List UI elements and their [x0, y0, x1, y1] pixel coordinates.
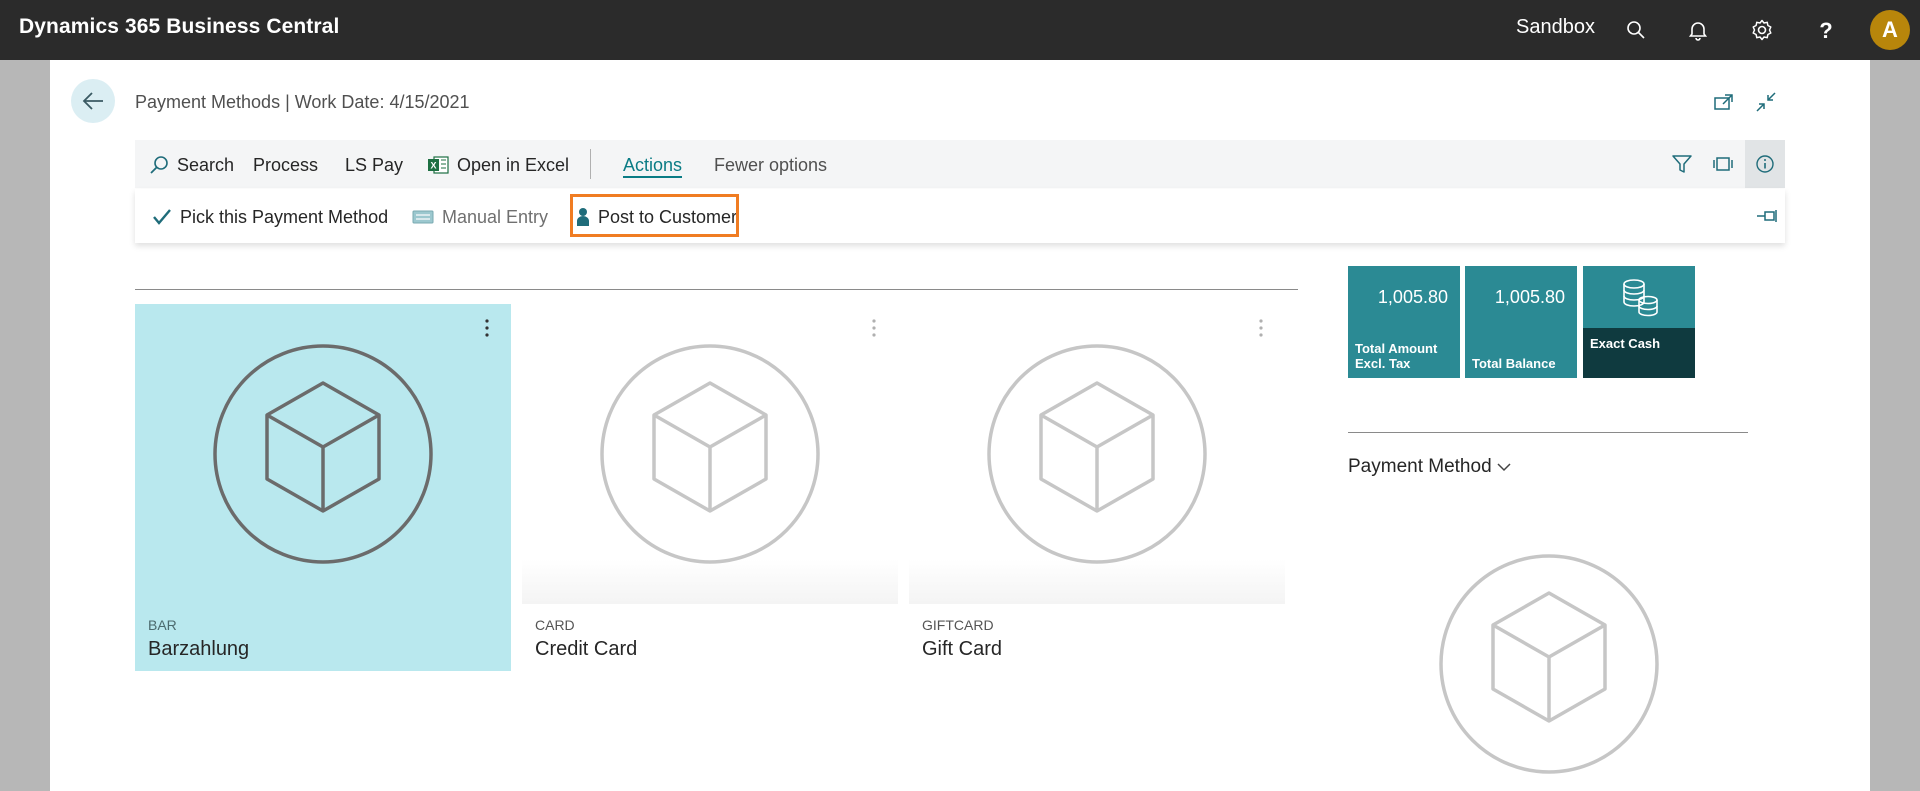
factbox-header[interactable]: Payment Method	[1348, 456, 1512, 478]
excel-icon: X	[428, 156, 449, 174]
tile-picture	[135, 304, 511, 604]
tile-name: Credit Card	[535, 638, 638, 660]
tile-name: Barzahlung	[148, 638, 250, 660]
tile-picture	[909, 304, 1285, 604]
environment-label: Sandbox	[1516, 16, 1595, 38]
svg-text:?: ?	[1819, 18, 1832, 42]
open-new-window-icon[interactable]	[1710, 88, 1738, 116]
cue-label: Total Balance	[1472, 356, 1556, 371]
cue-value: 1,005.80	[1494, 287, 1565, 307]
search-label: Search	[177, 154, 235, 175]
search-icon	[150, 156, 168, 174]
bell-icon[interactable]	[1682, 14, 1714, 46]
payment-method-tile-giftcard[interactable]: GIFTCARD Gift Card	[909, 304, 1285, 671]
back-button[interactable]	[71, 79, 115, 123]
tile-name: Gift Card	[922, 638, 1003, 660]
svg-text:X: X	[430, 161, 436, 171]
tile-picture	[522, 304, 898, 604]
arrow-left-icon	[82, 92, 103, 110]
tile-code: GIFTCARD	[922, 617, 994, 633]
help-icon[interactable]: ?	[1810, 14, 1842, 46]
cue-value: 1,005.80	[1377, 287, 1448, 307]
actions-tab[interactable]: Actions	[623, 153, 682, 177]
search-action[interactable]: Search	[149, 153, 234, 177]
app-title[interactable]: Dynamics 365 Business Central	[19, 15, 339, 39]
content-divider	[135, 289, 1298, 290]
pick-payment-method-button[interactable]: Pick this Payment Method	[152, 205, 388, 229]
cue-label: Total Amount Excl. Tax	[1355, 341, 1438, 371]
more-options-icon[interactable]	[864, 316, 884, 340]
highlight-box	[570, 194, 739, 237]
fewer-options-button[interactable]: Fewer options	[714, 153, 827, 177]
cube-icon	[600, 344, 820, 564]
collapse-icon[interactable]	[1752, 88, 1780, 116]
avatar[interactable]: A	[1870, 10, 1910, 50]
payment-method-tile-bar[interactable]: BAR Barzahlung	[135, 304, 511, 671]
payment-method-tile-card[interactable]: CARD Credit Card	[522, 304, 898, 671]
manual-entry-button[interactable]: Manual Entry	[412, 205, 548, 229]
checkmark-icon	[153, 209, 171, 225]
cube-icon	[1439, 554, 1659, 774]
open-in-excel-button[interactable]: X Open in Excel	[427, 153, 569, 177]
ls-pay-menu[interactable]: LS Pay	[345, 153, 403, 177]
search-icon[interactable]	[1620, 14, 1652, 46]
factbox-title: Payment Method	[1348, 456, 1492, 477]
cube-icon	[987, 344, 1207, 564]
page-title: Payment Methods | Work Date: 4/15/2021	[135, 92, 470, 112]
actions-tab-underline	[623, 176, 682, 178]
layout-toggle-icon[interactable]	[1709, 150, 1737, 178]
chevron-down-icon	[1497, 463, 1511, 472]
gear-icon[interactable]	[1746, 14, 1778, 46]
info-icon[interactable]	[1751, 150, 1779, 178]
factbox-divider	[1348, 432, 1748, 433]
pin-icon[interactable]	[1756, 204, 1778, 228]
cube-icon	[213, 344, 433, 564]
action-bar-separator	[590, 149, 591, 179]
factbox-picture	[1438, 553, 1660, 780]
process-menu[interactable]: Process	[253, 153, 318, 177]
cue-total-amount[interactable]: 1,005.80 Total Amount Excl. Tax	[1348, 266, 1460, 378]
cue-total-balance[interactable]: 1,005.80 Total Balance	[1465, 266, 1577, 378]
more-options-icon[interactable]	[1251, 316, 1271, 340]
cue-label: Exact Cash	[1590, 336, 1661, 351]
tile-code: BAR	[148, 617, 177, 633]
more-options-icon[interactable]	[477, 316, 497, 340]
keyboard-icon	[412, 210, 434, 224]
filter-icon[interactable]	[1668, 150, 1696, 178]
exact-cash-button[interactable]: Exact Cash	[1583, 266, 1695, 378]
coins-icon	[1623, 279, 1658, 317]
tile-code: CARD	[535, 617, 575, 633]
app-bar: Dynamics 365 Business Central Sandbox ? …	[0, 0, 1920, 60]
